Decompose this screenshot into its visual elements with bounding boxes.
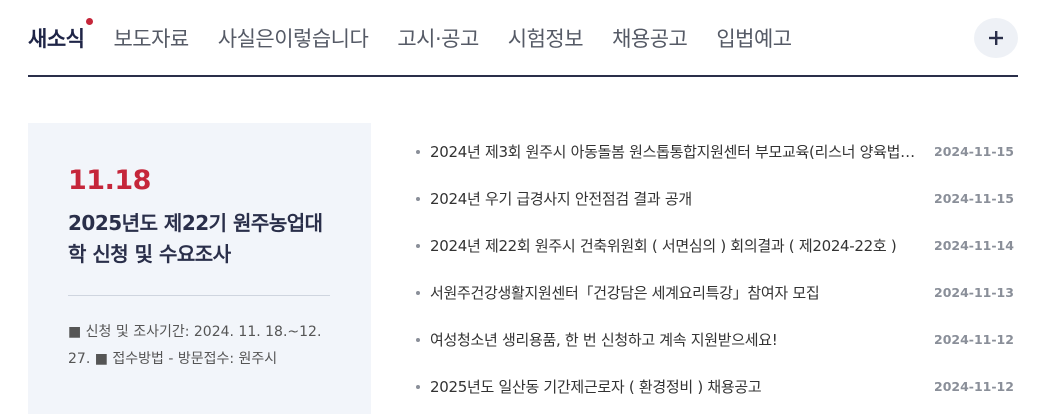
tabs-underline [28,75,1018,77]
new-dot-icon [86,18,94,25]
news-item[interactable]: 2024년 제22회 원주시 건축위원회 ( 서면심의 ) 회의결과 ( 제20… [416,231,1014,260]
news-date: 2024-11-13 [934,285,1014,300]
tab-label: 새소식 [28,27,85,51]
bullet-icon [416,149,420,154]
tab-label: 입법예고 [716,27,792,51]
news-title[interactable]: 2025년도 일산동 기간제근로자 ( 환경정비 ) 채용공고 [430,376,934,397]
tab-recruitment[interactable]: 채용공고 [612,23,688,53]
news-item[interactable]: 여성청소년 생리용품, 한 번 신청하고 계속 지원받으세요! 2024-11-… [416,325,1014,354]
bullet-icon [416,337,420,342]
tab-new-news[interactable]: 새소식 [28,18,94,53]
news-date: 2024-11-15 [934,191,1014,206]
news-tabs: 새소식 보도자료 사실은이렇습니다 고시·공고 시험정보 채용공고 입법예고 [28,18,1018,76]
tab-label: 고시·공고 [397,27,479,51]
tab-list: 새소식 보도자료 사실은이렇습니다 고시·공고 시험정보 채용공고 입법예고 [28,18,1018,58]
news-title[interactable]: 여성청소년 생리용품, 한 번 신청하고 계속 지원받으세요! [430,329,934,350]
news-title[interactable]: 서원주건강생활지원센터「건강담은 세계요리특강」참여자 모집 [430,282,934,303]
tab-label: 사실은이렇습니다 [217,27,369,51]
featured-description: ■ 신청 및 조사기간: 2024. 11. 18.~12. 27. ■ 접수방… [68,324,322,367]
tab-legislation-notice[interactable]: 입법예고 [716,23,792,53]
bullet-icon [416,384,420,389]
tab-label: 보도자료 [113,27,189,51]
more-button[interactable] [974,18,1018,58]
news-date: 2024-11-12 [934,332,1014,347]
news-date: 2024-11-15 [934,144,1014,159]
news-item[interactable]: 2024년 우기 급경사지 안전점검 결과 공개 2024-11-15 [416,184,1014,213]
news-title[interactable]: 2024년 제22회 원주시 건축위원회 ( 서면심의 ) 회의결과 ( 제20… [430,235,934,256]
news-date: 2024-11-12 [934,379,1014,394]
plus-icon [989,31,1003,45]
tab-label: 시험정보 [507,27,584,51]
featured-date: 11.18 [68,165,151,196]
news-title[interactable]: 2024년 제3회 원주시 아동돌봄 원스톱통합지원센터 부모교육(리스너 양육… [430,141,934,162]
news-list: 2024년 제3회 원주시 아동돌봄 원스톱통합지원센터 부모교육(리스너 양육… [416,137,1014,414]
news-item[interactable]: 2024년 제3회 원주시 아동돌봄 원스톱통합지원센터 부모교육(리스너 양육… [416,137,1014,166]
tab-label: 채용공고 [612,27,688,51]
news-title[interactable]: 2024년 우기 급경사지 안전점검 결과 공개 [430,188,934,209]
news-date: 2024-11-14 [934,238,1014,253]
tab-notice[interactable]: 고시·공고 [397,23,479,53]
tab-exam-info[interactable]: 시험정보 [507,23,584,53]
tab-press-release[interactable]: 보도자료 [113,23,189,53]
featured-title[interactable]: 2025년도 제22기 원주농업대학 신청 및 수요조사 [68,208,331,270]
bullet-icon [416,196,420,201]
bullet-icon [416,290,420,295]
news-item[interactable]: 2025년도 일산동 기간제근로자 ( 환경정비 ) 채용공고 2024-11-… [416,372,1014,401]
bullet-icon [416,243,420,248]
tab-fact-check[interactable]: 사실은이렇습니다 [218,23,369,53]
featured-divider [68,295,330,296]
featured-news-card[interactable]: 11.18 2025년도 제22기 원주농업대학 신청 및 수요조사 ■ 신청 … [28,123,371,414]
news-item[interactable]: 서원주건강생활지원센터「건강담은 세계요리특강」참여자 모집 2024-11-1… [416,278,1014,307]
